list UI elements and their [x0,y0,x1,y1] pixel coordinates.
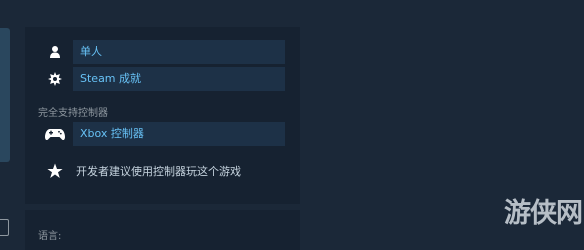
left-column-checkbox[interactable] [0,219,9,236]
languages-label: 语言: [38,231,62,242]
feature-row-achievements[interactable]: Steam 成就 [38,67,285,91]
site-watermark-logo: 游侠网 [504,193,583,233]
feature-label-single-player[interactable]: 单人 [73,40,285,64]
star-icon [38,158,71,184]
achievement-icon [38,67,71,91]
controller-support-header: 完全支持控制器 [38,108,108,119]
languages-panel [25,210,300,250]
person-icon [38,40,71,64]
watermark-text: 游侠网 [504,197,583,229]
controller-recommended-text: 开发者建议使用控制器玩这个游戏 [76,165,241,178]
left-column-panel [0,28,10,162]
feature-row-single-player[interactable]: 单人 [38,40,285,64]
controller-recommended-row: 开发者建议使用控制器玩这个游戏 [38,158,285,184]
feature-row-xbox-controller[interactable]: Xbox 控制器 [38,122,285,146]
gamepad-icon [38,122,71,146]
feature-label-xbox-controller[interactable]: Xbox 控制器 [73,122,285,146]
feature-label-achievements[interactable]: Steam 成就 [73,67,285,91]
